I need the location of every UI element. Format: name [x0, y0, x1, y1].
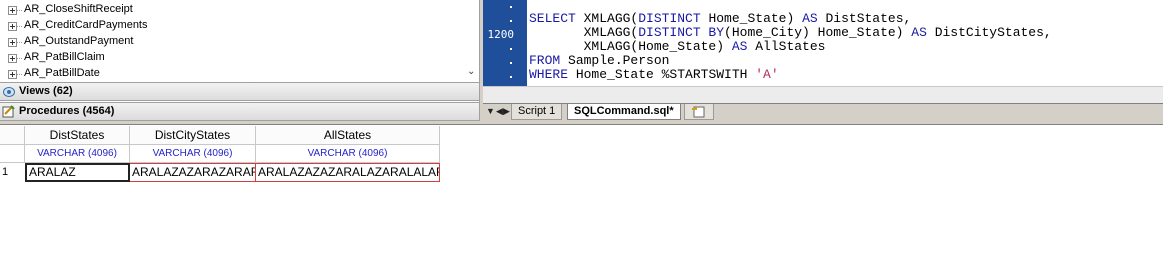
- tree-connector: [17, 26, 22, 27]
- tree-item-label: AR_PatBillDate: [24, 67, 100, 79]
- object-tree: AR_CloseShiftReceipt AR_CreditCardPaymen…: [0, 0, 479, 82]
- code-line: XMLAGG(DISTINCT BY(Home_City) Home_State…: [529, 26, 1052, 40]
- tree-item[interactable]: AR_OutstandPayment: [0, 34, 470, 50]
- string-literal: 'A': [755, 67, 779, 82]
- table-cell[interactable]: ARALAZAZARAZARAR: [130, 163, 256, 182]
- keyword: AS: [802, 11, 818, 26]
- column-header[interactable]: DistStates: [25, 126, 130, 145]
- editor-tab-bar: ▼ ◀ ▶ Script 1 SQLCommand.sql*: [483, 103, 1163, 121]
- code-token: (Home_City) Home_State): [724, 25, 912, 40]
- keyword: DISTINCT BY: [638, 25, 725, 40]
- code-text[interactable]: SELECT XMLAGG(DISTINCT Home_State) AS Di…: [529, 12, 1052, 82]
- tab-sqlcommand[interactable]: SQLCommand.sql*: [567, 104, 681, 120]
- column-type: VARCHAR (4096): [256, 145, 440, 163]
- code-line: WHERE Home_State %STARTSWITH 'A': [529, 68, 1052, 82]
- column-type: VARCHAR (4096): [130, 145, 256, 163]
- table-cell[interactable]: ARALAZAZAZARALAZARALALAR: [256, 163, 440, 182]
- keyword: AS: [731, 39, 748, 54]
- tree-item-label: AR_CloseShiftReceipt: [24, 3, 133, 15]
- gutter-dot: [510, 20, 512, 22]
- tab-list-dropdown-icon[interactable]: ▼: [486, 106, 495, 116]
- tree-item-label: AR_PatBillClaim: [24, 51, 105, 63]
- expand-icon[interactable]: [8, 6, 17, 15]
- keyword: AS: [911, 25, 927, 40]
- code-line: XMLAGG(Home_State) AS AllStates: [529, 40, 1052, 54]
- code-line: SELECT XMLAGG(DISTINCT Home_State) AS Di…: [529, 12, 1052, 26]
- expand-icon[interactable]: [8, 22, 17, 31]
- tree-connector: [17, 74, 22, 75]
- gutter-dot: [510, 62, 512, 64]
- gutter-dot: [510, 76, 512, 78]
- tree-item[interactable]: AR_PatBillDate: [0, 66, 470, 82]
- column-type: VARCHAR (4096): [25, 145, 130, 163]
- line-gutter: 1200: [483, 0, 527, 86]
- code-token: XMLAGG(: [529, 25, 639, 40]
- tree-item-label: AR_OutstandPayment: [24, 35, 134, 47]
- row-number[interactable]: 1: [0, 163, 25, 182]
- keyword: FROM: [529, 53, 561, 68]
- expand-icon[interactable]: [8, 54, 17, 63]
- procedures-icon: [2, 105, 15, 118]
- line-number: 1200: [487, 28, 515, 41]
- tree-item[interactable]: AR_PatBillClaim: [0, 50, 470, 66]
- type-row-spacer: [0, 145, 25, 163]
- tab-label: Script 1: [518, 105, 556, 117]
- views-label: Views (62): [19, 85, 73, 97]
- code-token: Sample.Person: [560, 53, 670, 68]
- tree-connector: [17, 58, 22, 59]
- keyword: SELECT: [529, 11, 576, 26]
- tree-item[interactable]: AR_CreditCardPayments: [0, 18, 470, 34]
- tab-script-1[interactable]: Script 1: [511, 104, 563, 120]
- table-cell[interactable]: ARALAZ: [25, 163, 130, 182]
- keyword: WHERE: [529, 67, 569, 82]
- gutter-dot: [510, 48, 512, 50]
- editor-footer: [483, 86, 1163, 103]
- expand-icon[interactable]: [8, 38, 17, 47]
- grid-corner: [0, 126, 25, 145]
- results-divider[interactable]: [0, 121, 1163, 125]
- tab-scroll-right-icon[interactable]: ▶: [503, 106, 510, 117]
- tree-item-label: AR_CreditCardPayments: [24, 19, 148, 31]
- column-header[interactable]: AllStates: [256, 126, 440, 145]
- tree-connector: [17, 10, 22, 11]
- code-token: XMLAGG(: [575, 11, 639, 26]
- gutter-dot: [510, 6, 512, 8]
- code-token: AllStates: [747, 39, 826, 54]
- procedures-section[interactable]: Procedures (4564): [0, 102, 481, 121]
- code-token: DistCityStates,: [926, 25, 1052, 40]
- procedures-label: Procedures (4564): [19, 105, 115, 117]
- tree-connector: [17, 42, 22, 43]
- code-token: Home_State %STARTSWITH: [568, 67, 756, 82]
- tab-scroll-left-icon[interactable]: ◀: [496, 106, 503, 117]
- new-tab-button[interactable]: [684, 104, 714, 120]
- new-script-icon: [692, 106, 705, 118]
- column-header[interactable]: DistCityStates: [130, 126, 256, 145]
- keyword: DISTINCT: [638, 11, 701, 26]
- views-section[interactable]: Views (62): [0, 82, 481, 101]
- views-icon: [3, 87, 15, 97]
- code-token: Home_State): [700, 11, 803, 26]
- tree-item[interactable]: AR_CloseShiftReceipt: [0, 2, 470, 18]
- tab-label: SQLCommand.sql*: [574, 105, 674, 117]
- code-token: XMLAGG(Home_State): [529, 39, 732, 54]
- code-line: FROM Sample.Person: [529, 54, 1052, 68]
- scroll-down-icon[interactable]: ⌄: [467, 66, 475, 77]
- tree-scrollbar[interactable]: ⌄: [465, 0, 479, 82]
- expand-icon[interactable]: [8, 70, 17, 79]
- code-token: DistStates,: [817, 11, 912, 26]
- sql-editor[interactable]: 1200 SELECT XMLAGG(DISTINCT Home_State) …: [483, 0, 1163, 86]
